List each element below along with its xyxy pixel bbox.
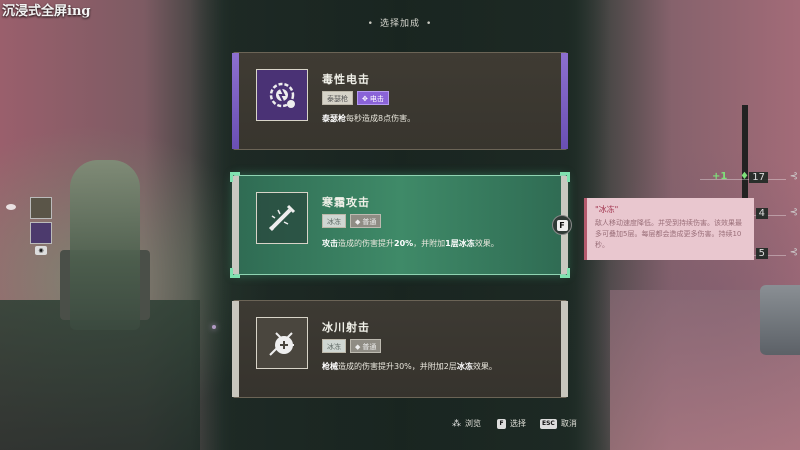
card-description: 泰瑟枪每秒造成8点伤害。 <box>322 114 416 123</box>
toxic-shock-icon <box>256 69 308 121</box>
counter-value: 17 <box>749 172 768 183</box>
esc-key-icon: ESC <box>540 418 557 429</box>
freeze-tooltip: "冰冻" 敌人移动速度降低。并受到持续伤害。该效果最多可叠加5层。每层都会造成更… <box>584 198 754 260</box>
scenery-turret-base <box>60 250 150 320</box>
tag-element: 冰冻 <box>322 339 346 353</box>
buff-slot-2 <box>30 222 52 244</box>
scenery-ground-left <box>0 300 200 450</box>
tag-type: ◆ 普通 <box>350 214 382 228</box>
select-button[interactable]: F 选择 <box>497 418 526 429</box>
card-rail <box>232 53 239 149</box>
counter-value: 5 <box>755 248 768 259</box>
sparkle-particle <box>212 325 216 329</box>
selection-corner <box>560 172 570 182</box>
card-description: 攻击造成的伤害提升20%，并附加1层冰冻效果。 <box>322 239 499 248</box>
page-title: • 选择加成 • <box>367 19 433 29</box>
tooltip-body: 敌人移动速度降低。并受到持续伤害。该效果最多可叠加5层。每层都会造成更多伤害。持… <box>595 219 742 249</box>
selection-corner <box>560 268 570 278</box>
branch-icon: ⊰ <box>789 207 798 218</box>
select-key-badge[interactable]: F <box>552 215 572 235</box>
upgrade-card-glacier-shot[interactable]: 冰川射击 冰冻 ◆ 普通 枪械造成的伤害提升30%，并附加2层冰冻效果。 <box>232 300 568 398</box>
buff-slot-1 <box>30 197 52 219</box>
browse-button[interactable]: ⁂ 浏览 <box>452 418 481 429</box>
counter-value: 4 <box>755 208 768 219</box>
card-rail <box>561 53 568 149</box>
scenery-turret <box>70 160 140 330</box>
upgrade-card-frost-attack[interactable]: 寒霜攻击 冰冻 ◆ 普通 攻击造成的伤害提升20%，并附加1层冰冻效果。 <box>230 172 570 278</box>
counter-gain: +1 <box>712 171 728 182</box>
card-rail <box>232 301 239 397</box>
card-title: 毒性电击 <box>322 73 370 86</box>
tag-type: ◆ 普通 <box>350 339 382 353</box>
shock-tag-icon: ✥ <box>362 95 368 103</box>
attack-tag-icon: ◆ <box>355 343 361 351</box>
frost-blade-icon <box>256 192 308 244</box>
tooltip-title: "冰冻" <box>595 205 619 214</box>
card-rail <box>232 176 239 274</box>
browse-icon: ⁂ <box>452 418 461 429</box>
cancel-button[interactable]: ESC 取消 <box>540 418 577 429</box>
glacier-shot-icon <box>256 317 308 369</box>
selection-corner <box>230 172 240 182</box>
attack-tag-icon: ◆ <box>355 218 361 226</box>
page-title-text: 选择加成 <box>379 19 420 29</box>
tag-element: ✥ 电击 <box>357 91 389 105</box>
tag-weapon: 泰瑟枪 <box>322 91 353 105</box>
selection-corner <box>230 268 240 278</box>
scenery-machine <box>760 285 800 355</box>
card-rail <box>561 301 568 397</box>
branch-icon: ⊰ <box>789 247 798 258</box>
leaf-icon: ♦ <box>740 171 749 182</box>
eye-icon <box>6 204 16 210</box>
buff-key-hint: ◉ <box>35 246 47 255</box>
upgrade-card-toxic-shock[interactable]: 毒性电击 泰瑟枪 ✥ 电击 泰瑟枪每秒造成8点伤害。 <box>232 52 568 150</box>
card-title: 冰川射击 <box>322 321 370 334</box>
card-description: 枪械造成的伤害提升30%，并附加2层冰冻效果。 <box>322 362 497 371</box>
tag-element: 冰冻 <box>322 214 346 228</box>
f-key-icon: F <box>497 418 506 429</box>
scenery-ground-right <box>610 290 800 450</box>
card-title: 寒霜攻击 <box>322 196 370 209</box>
resource-counter-1: +1 ♦ 17 ⊰ <box>700 170 800 188</box>
card-tags: 冰冻 ◆ 普通 <box>322 214 382 228</box>
branch-icon: ⊰ <box>789 171 798 182</box>
card-tags: 冰冻 ◆ 普通 <box>322 339 382 353</box>
card-tags: 泰瑟枪 ✥ 电击 <box>322 91 389 105</box>
